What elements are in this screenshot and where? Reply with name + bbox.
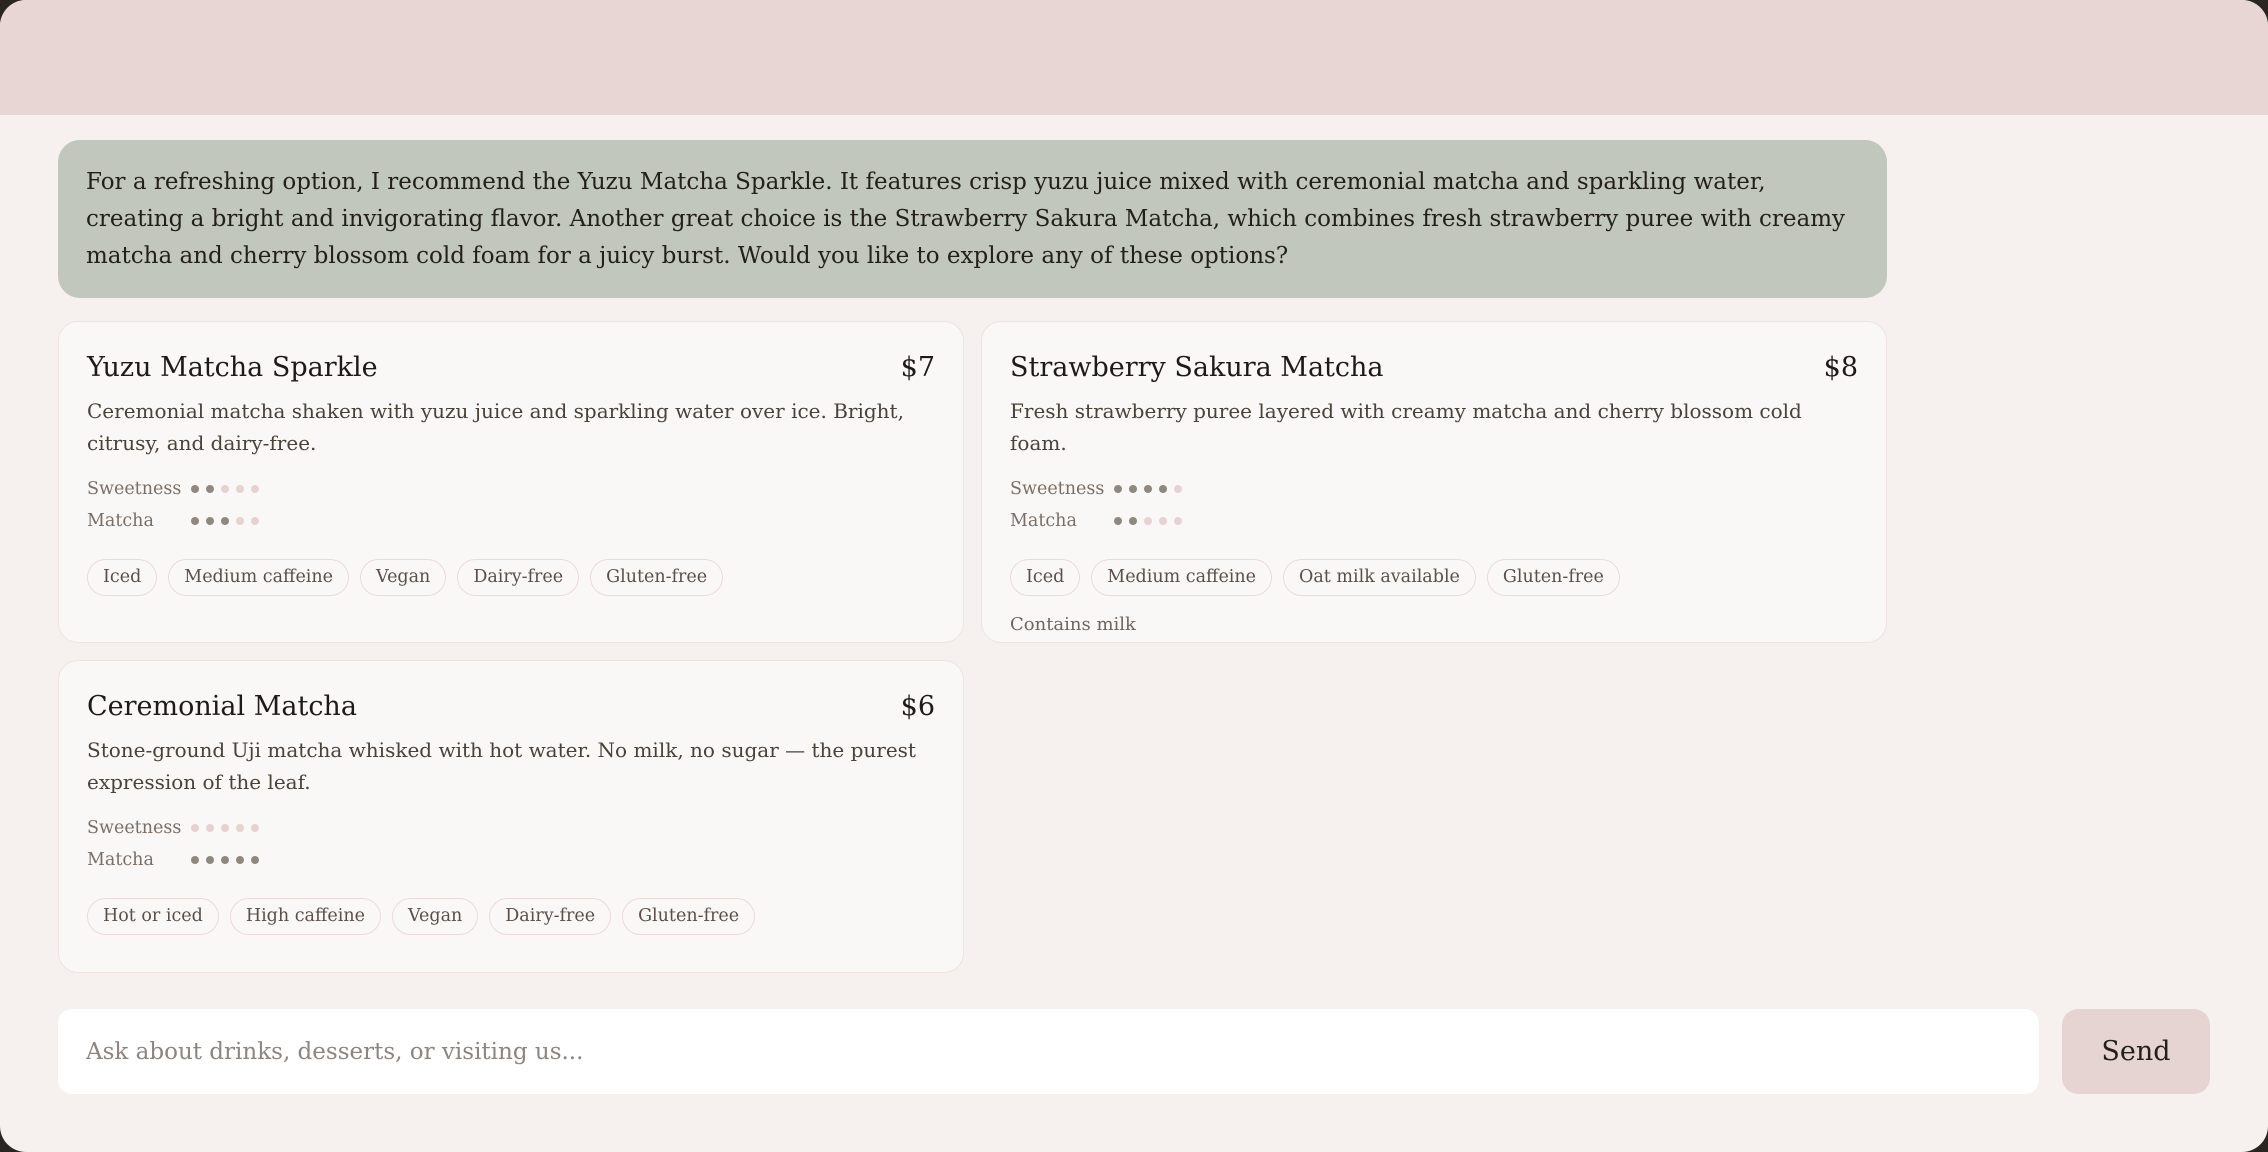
matcha-meter: Matcha bbox=[87, 505, 935, 537]
meter-dot-filled bbox=[221, 856, 229, 864]
drink-title: Strawberry Sakura Matcha bbox=[1010, 352, 1384, 383]
meter-dot-filled bbox=[1129, 485, 1137, 493]
assistant-message: For a refreshing option, I recommend the… bbox=[58, 140, 1887, 298]
meter-dot-filled bbox=[1129, 517, 1137, 525]
meter-dot-filled bbox=[236, 856, 244, 864]
matcha-label: Matcha bbox=[1010, 511, 1077, 531]
meter-dot-filled bbox=[206, 856, 214, 864]
tag: Gluten-free bbox=[1486, 559, 1620, 596]
tag: Vegan bbox=[391, 898, 479, 935]
meter-dot-filled bbox=[191, 485, 199, 493]
drink-price: $6 bbox=[900, 691, 935, 722]
meter-dot-empty bbox=[236, 485, 244, 493]
matcha-label: Matcha bbox=[87, 511, 154, 531]
tag: Gluten-free bbox=[622, 898, 756, 935]
meter-dot-empty bbox=[1174, 485, 1182, 493]
tag: Iced bbox=[1010, 559, 1081, 596]
tag: Vegan bbox=[360, 559, 447, 596]
drink-price: $8 bbox=[1823, 352, 1858, 383]
tag: Dairy-free bbox=[457, 559, 580, 596]
meter-dot-filled bbox=[191, 856, 199, 864]
sweetness-dots bbox=[191, 824, 259, 832]
matcha-label: Matcha bbox=[87, 850, 154, 870]
matcha-meter: Matcha bbox=[87, 844, 935, 876]
matcha-dots bbox=[1114, 517, 1182, 525]
send-button[interactable]: Send bbox=[2062, 1009, 2210, 1094]
drink-title: Ceremonial Matcha bbox=[87, 691, 357, 722]
chat-window: For a refreshing option, I recommend the… bbox=[0, 0, 2268, 1152]
sweetness-dots bbox=[191, 485, 259, 493]
drink-description: Stone-ground Uji matcha whisked with hot… bbox=[87, 738, 916, 794]
meter-dot-empty bbox=[251, 824, 259, 832]
tag-list: Iced Medium caffeine Oat milk available … bbox=[1010, 559, 1858, 596]
tag: Dairy-free bbox=[489, 898, 612, 935]
allergen-note: Contains milk bbox=[1010, 614, 1136, 635]
sweetness-label: Sweetness bbox=[87, 479, 182, 499]
sweetness-meter: Sweetness bbox=[87, 473, 935, 505]
tag: High caffeine bbox=[229, 898, 381, 935]
meter-dot-filled bbox=[191, 517, 199, 525]
meter-dot-filled bbox=[251, 856, 259, 864]
meter-dot-empty bbox=[206, 824, 214, 832]
meter-dot-filled bbox=[206, 485, 214, 493]
message-composer bbox=[58, 1009, 2039, 1094]
meter-dot-empty bbox=[251, 485, 259, 493]
meter-dot-filled bbox=[206, 517, 214, 525]
meter-dot-filled bbox=[221, 517, 229, 525]
tag: Gluten-free bbox=[590, 559, 724, 596]
sweetness-label: Sweetness bbox=[1010, 479, 1105, 499]
tag-list: Iced Medium caffeine Vegan Dairy-free Gl… bbox=[87, 559, 935, 596]
meter-dot-filled bbox=[1159, 485, 1167, 493]
matcha-dots bbox=[191, 856, 259, 864]
meter-dot-filled bbox=[1114, 517, 1122, 525]
meter-dot-empty bbox=[236, 517, 244, 525]
sweetness-label: Sweetness bbox=[87, 818, 182, 838]
sweetness-dots bbox=[1114, 485, 1182, 493]
tag-list: Hot or iced High caffeine Vegan Dairy-fr… bbox=[87, 898, 935, 935]
matcha-meter: Matcha bbox=[1010, 505, 1858, 537]
tag: Oat milk available bbox=[1283, 559, 1476, 596]
meter-dot-empty bbox=[221, 485, 229, 493]
tag: Medium caffeine bbox=[1091, 559, 1273, 596]
drink-card[interactable]: Yuzu Matcha Sparkle $7 Ceremonial matcha… bbox=[58, 321, 964, 643]
meter-dot-empty bbox=[251, 517, 259, 525]
drink-description: Ceremonial matcha shaken with yuzu juice… bbox=[87, 399, 904, 455]
matcha-dots bbox=[191, 517, 259, 525]
drink-card[interactable]: Strawberry Sakura Matcha $8 Fresh strawb… bbox=[981, 321, 1887, 643]
drink-title: Yuzu Matcha Sparkle bbox=[87, 352, 378, 383]
tag: Hot or iced bbox=[87, 898, 219, 935]
drink-card[interactable]: Ceremonial Matcha $6 Stone-ground Uji ma… bbox=[58, 660, 964, 973]
sweetness-meter: Sweetness bbox=[1010, 473, 1858, 505]
meter-dot-filled bbox=[1144, 485, 1152, 493]
meter-dot-empty bbox=[1159, 517, 1167, 525]
meter-dot-filled bbox=[1114, 485, 1122, 493]
tag: Iced bbox=[87, 559, 158, 596]
meter-dot-empty bbox=[191, 824, 199, 832]
drink-description: Fresh strawberry puree layered with crea… bbox=[1010, 399, 1802, 455]
header-band bbox=[0, 0, 2268, 115]
tag: Medium caffeine bbox=[168, 559, 350, 596]
assistant-message-text: For a refreshing option, I recommend the… bbox=[86, 169, 1846, 269]
drink-price: $7 bbox=[900, 352, 935, 383]
meter-dot-empty bbox=[1144, 517, 1152, 525]
sweetness-meter: Sweetness bbox=[87, 812, 935, 844]
meter-dot-empty bbox=[1174, 517, 1182, 525]
meter-dot-empty bbox=[221, 824, 229, 832]
message-input[interactable] bbox=[86, 1038, 2011, 1065]
meter-dot-empty bbox=[236, 824, 244, 832]
